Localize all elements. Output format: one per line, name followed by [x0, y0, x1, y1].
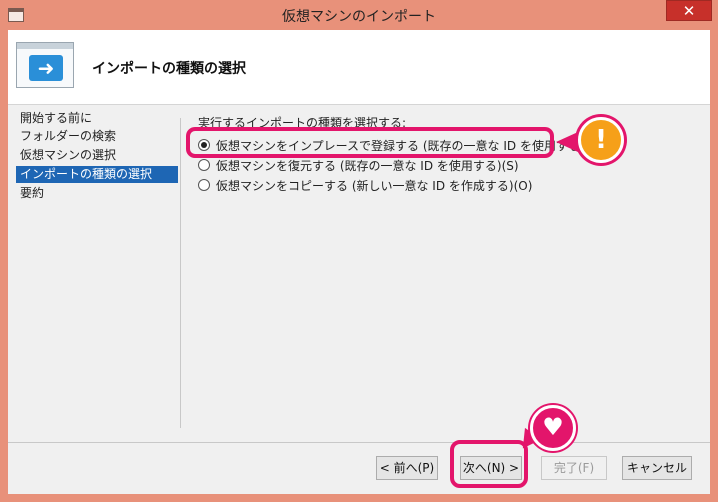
heart-icon: ♥: [530, 405, 576, 451]
sidebar-item-before-you-begin[interactable]: 開始する前に: [16, 110, 178, 127]
sidebar-item-import-type[interactable]: インポートの種類の選択: [16, 166, 178, 183]
option-label: 仮想マシンをコピーする (新しい一意な ID を作成する)(O): [216, 178, 533, 193]
import-wizard-window: 仮想マシンのインポート ✕ ➜ インポートの種類の選択 開始する前に フォルダー…: [0, 0, 718, 502]
radio-button[interactable]: [198, 179, 210, 191]
radio-button[interactable]: [198, 159, 210, 171]
sidebar-item-locate-folder[interactable]: フォルダーの検索: [16, 128, 178, 145]
window-title: 仮想マシンのインポート: [282, 9, 436, 25]
alert-callout-tail: [556, 132, 578, 152]
import-arrow-icon: ➜: [16, 42, 74, 88]
wizard-steps-sidebar: 開始する前に フォルダーの検索 仮想マシンの選択 インポートの種類の選択 要約: [8, 106, 180, 436]
sidebar-item-select-vm[interactable]: 仮想マシンの選択: [16, 147, 178, 164]
cancel-button[interactable]: キャンセル: [622, 456, 692, 480]
option-copy[interactable]: 仮想マシンをコピーする (新しい一意な ID を作成する)(O): [198, 176, 532, 194]
wizard-body: ➜ インポートの種類の選択 開始する前に フォルダーの検索 仮想マシンの選択 イ…: [8, 30, 710, 494]
sidebar-item-summary[interactable]: 要約: [16, 185, 178, 202]
close-button[interactable]: ✕: [666, 0, 712, 21]
option-highlight-annotation: [186, 127, 554, 158]
exclamation-icon: !: [578, 117, 624, 163]
wizard-header: ➜ インポートの種類の選択: [8, 30, 710, 105]
option-label: 仮想マシンを復元する (既存の一意な ID を使用する)(S): [216, 158, 519, 173]
page-title: インポートの種類の選択: [92, 61, 246, 77]
footer-divider: [8, 442, 710, 443]
sidebar-divider: [180, 118, 181, 428]
next-highlight-annotation: [450, 440, 528, 488]
title-bar: 仮想マシンのインポート ✕: [0, 0, 718, 30]
option-restore[interactable]: 仮想マシンを復元する (既存の一意な ID を使用する)(S): [198, 156, 519, 174]
finish-button[interactable]: 完了(F): [541, 456, 607, 480]
back-button[interactable]: < 前へ(P): [376, 456, 438, 480]
